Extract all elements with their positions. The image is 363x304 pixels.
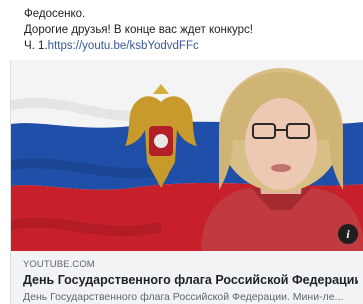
youtube-link[interactable]: https://youtu.be/ksbYodvdFFc <box>48 40 199 52</box>
part-label: Ч. 1. <box>24 40 48 52</box>
info-icon[interactable]: i <box>338 224 358 244</box>
post-text: Федосенко. Дорогие друзья! В конце вас ж… <box>24 6 354 54</box>
post-text-line-1: Федосенко. <box>24 8 86 20</box>
post-text-line-3: Ч. 1.https://youtu.be/ksbYodvdFFc <box>24 38 354 54</box>
link-preview-card[interactable]: i YOUTUBE.COM День Государственного флаг… <box>10 60 363 304</box>
video-thumbnail[interactable]: i <box>11 60 363 251</box>
link-domain: YOUTUBE.COM <box>23 259 95 270</box>
link-description: День Государственного флага Российской Ф… <box>23 291 344 303</box>
post-text-line-2: Дорогие друзья! В конце вас ждет конкурс… <box>24 24 253 36</box>
link-title[interactable]: День Государственного флага Российской Ф… <box>23 273 358 287</box>
thumbnail-image <box>11 60 363 251</box>
